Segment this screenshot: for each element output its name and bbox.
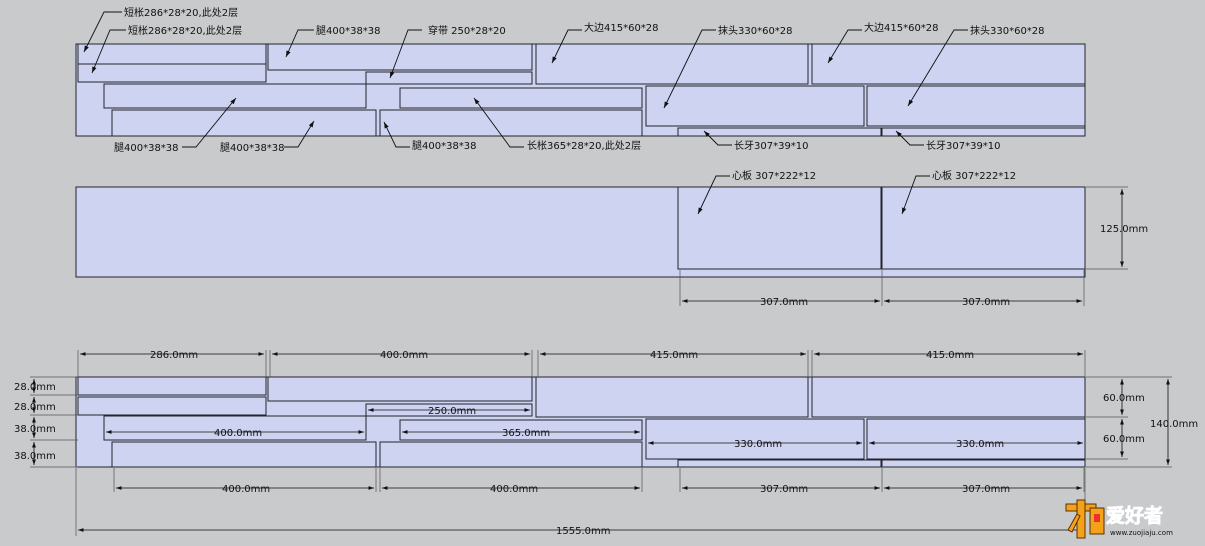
- part-leg-mid: [103, 83, 367, 109]
- dim-bottom-400-b: 400.0mm: [490, 484, 538, 495]
- label-leg-b2: 腿400*38*38: [220, 142, 285, 154]
- dimension-layout-parts: [77, 376, 1086, 468]
- label-short-rail-a: 短枨286*28*20,此处2层: [124, 6, 238, 19]
- dim-top-400: 400.0mm: [380, 350, 428, 361]
- label-side-2: 大边415*60*28: [864, 21, 939, 34]
- part-long-rail: [399, 87, 643, 109]
- dim-panel-width-1: 307.0mm: [760, 297, 808, 308]
- dim-right-60-b: 60.0mm: [1103, 434, 1145, 445]
- logo-mark-icon: [1065, 499, 1105, 539]
- part-short-rail-1: [77, 43, 267, 65]
- dim-left-38-a: 38.0mm: [14, 424, 56, 435]
- label-apron-1: 长牙307*39*10: [734, 140, 809, 152]
- watermark-logo: 爱好者 www.zuojiaju.com: [1065, 499, 1173, 539]
- dim-total-length: 1555.0mm: [556, 526, 610, 537]
- dim-left-28-a: 28.0mm: [14, 382, 56, 393]
- dim-left-28-b: 28.0mm: [14, 402, 56, 413]
- logo-brand-text: 爱好者: [1106, 504, 1163, 527]
- dimension-layout: 286.0mm 400.0mm 415.0mm 415.0mm 28.0mm 2…: [14, 350, 1198, 537]
- top-layout: 短枨286*28*20,此处2层 短枨286*28*20,此处2层 腿400*3…: [75, 6, 1086, 154]
- part-short-rail-2: [77, 63, 267, 83]
- part-leg-top: [267, 43, 533, 71]
- dim-left-38-b: 38.0mm: [14, 451, 56, 462]
- label-leg-top: 腿400*38*38: [316, 25, 381, 37]
- dim-bottom-307-a: 307.0mm: [760, 484, 808, 495]
- dim-panel-height: 125.0mm: [1100, 224, 1148, 235]
- dim-inner-330-a: 330.0mm: [734, 439, 782, 450]
- dim-top-286: 286.0mm: [150, 350, 198, 361]
- logo-url-text: www.zuojiaju.com: [1110, 529, 1173, 537]
- part-end-2: [866, 85, 1086, 127]
- label-long-rail: 长枨365*28*20,此处2层: [527, 139, 641, 152]
- dim-inner-365: 365.0mm: [502, 428, 550, 439]
- dim-bottom-400-a: 400.0mm: [222, 484, 270, 495]
- top-layout-parts: [77, 43, 1086, 137]
- dim-right-60-a: 60.0mm: [1103, 393, 1145, 404]
- part-brace: [365, 71, 533, 85]
- dim-top-415-b: 415.0mm: [926, 350, 974, 361]
- dim-inner-400: 400.0mm: [214, 428, 262, 439]
- label-end-1: 抹头330*60*28: [718, 24, 793, 37]
- part-side-1: [535, 43, 809, 85]
- part-apron-1: [677, 127, 882, 137]
- dim-panel-width-2: 307.0mm: [962, 297, 1010, 308]
- part-panel-1: [677, 186, 882, 270]
- part-panel-2: [881, 186, 1086, 270]
- label-side-1: 大边415*60*28: [584, 21, 659, 34]
- part-leg-b2: [379, 109, 643, 137]
- dim-inner-330-b: 330.0mm: [956, 439, 1004, 450]
- label-brace: 穿带 250*28*20: [428, 24, 506, 37]
- label-panel-2: 心板 307*222*12: [932, 169, 1016, 182]
- dim-bottom-307-b: 307.0mm: [962, 484, 1010, 495]
- dim-inner-250: 250.0mm: [428, 406, 476, 417]
- panel-layout: 心板 307*222*12 心板 307*222*12 125.0mm 307.…: [75, 169, 1148, 308]
- label-apron-2: 长牙307*39*10: [926, 140, 1001, 152]
- dim-top-415-a: 415.0mm: [650, 350, 698, 361]
- label-panel-1: 心板 307*222*12: [732, 169, 816, 182]
- cutting-layout-diagram: 短枨286*28*20,此处2层 短枨286*28*20,此处2层 腿400*3…: [14, 6, 1198, 537]
- label-short-rail-b: 短枨286*28*20,此处2层: [128, 24, 242, 37]
- part-leg-b1: [111, 109, 377, 137]
- label-leg-b1: 腿400*38*38: [114, 142, 179, 154]
- label-end-2: 抹头330*60*28: [970, 24, 1045, 37]
- part-end-1: [645, 85, 865, 127]
- part-apron-2: [881, 127, 1086, 137]
- label-leg-b3: 腿400*38*38: [412, 140, 477, 152]
- dim-right-140: 140.0mm: [1150, 419, 1198, 430]
- part-side-2: [811, 43, 1086, 85]
